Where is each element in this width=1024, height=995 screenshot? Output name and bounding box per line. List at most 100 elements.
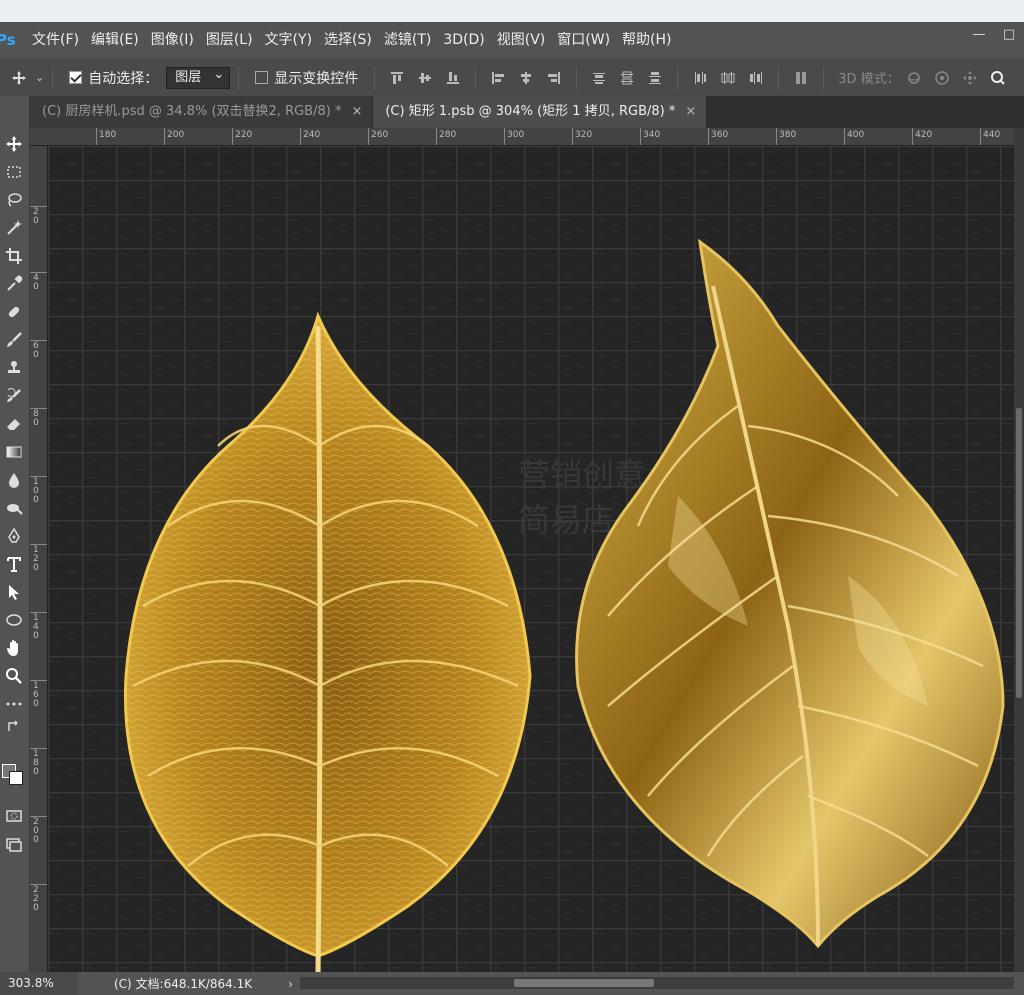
ruler-tick: 400 [844, 128, 864, 145]
divider [778, 66, 780, 89]
close-icon[interactable]: × [351, 104, 362, 119]
divider [475, 66, 477, 89]
ruler-tick: 340 [640, 128, 660, 145]
minimize-button[interactable]: — [964, 22, 994, 52]
menu-window[interactable]: 窗口(W) [551, 22, 616, 59]
menu-view[interactable]: 视图(V) [491, 22, 552, 59]
ruler-tick: 280 [436, 128, 456, 145]
horizontal-ruler: 180 200 220 240 260 280 300 320 340 360 … [30, 128, 1014, 146]
show-transform-checkbox[interactable] [255, 71, 269, 84]
auto-align-icon[interactable] [790, 67, 812, 89]
horizontal-scrollbar[interactable] [300, 977, 1014, 989]
svg-text:营销创意: 营销创意 [518, 456, 646, 494]
3d-drag-icon[interactable] [959, 67, 981, 89]
history-brush-tool-icon[interactable] [0, 382, 28, 410]
distribute-vcenter-icon[interactable] [616, 67, 638, 89]
swap-colors-icon[interactable] [0, 716, 28, 736]
distribute-right-icon[interactable] [745, 67, 767, 89]
show-transform-label: 显示变换控件 [274, 70, 359, 87]
menu-3d[interactable]: 3D(D) [437, 22, 490, 59]
zoom-level-field[interactable]: 303.8% [0, 972, 78, 995]
magic-wand-tool-icon[interactable] [0, 214, 28, 242]
ruler-tick: 6 0 [30, 340, 47, 360]
menu-type[interactable]: 文字(Y) [259, 22, 318, 59]
scrollbar-thumb[interactable] [1016, 408, 1022, 698]
gradient-tool-icon[interactable] [0, 438, 28, 466]
distribute-bottom-icon[interactable] [644, 67, 666, 89]
ruler-tick: 4 0 [30, 272, 47, 292]
3d-rotate-icon[interactable] [903, 67, 925, 89]
eyedropper-tool-icon[interactable] [0, 270, 28, 298]
distribute-hcenter-icon[interactable] [717, 67, 739, 89]
auto-select-checkbox[interactable] [69, 71, 83, 84]
leaf-artwork: 营销创意 简易店 [48, 146, 1014, 972]
menu-layer[interactable]: 图层(L) [200, 22, 259, 59]
quick-mask-icon[interactable] [0, 802, 28, 830]
tab-rectangle-1[interactable]: (C) 矩形 1.psb @ 304% (矩形 1 拷贝, RGB/8) * × [373, 96, 708, 128]
screen-mode-icon[interactable] [0, 830, 28, 858]
document-canvas[interactable]: 营销创意 简易店 [48, 146, 1014, 972]
ruler-tick: 320 [572, 128, 592, 145]
options-bar: ⌄ 自动选择： 图层 显示变换控件 3D 模式： [0, 59, 1024, 96]
align-top-icon[interactable] [386, 67, 408, 89]
align-hcenter-icon[interactable] [515, 67, 537, 89]
healing-brush-tool-icon[interactable] [0, 298, 28, 326]
divider [677, 66, 679, 89]
crop-tool-icon[interactable] [0, 242, 28, 270]
tab-kitchen-mockup[interactable]: (C) 厨房样机.psd @ 34.8% (双击替换2, RGB/8) * × [30, 96, 374, 128]
search-icon[interactable] [987, 67, 1009, 89]
status-bar: 303.8% (C) 文档:648.1K/864.1K › [0, 972, 1024, 995]
ruler-tick: 1 2 0 [30, 544, 47, 573]
distribute-left-icon[interactable] [689, 67, 711, 89]
ruler-tick: 360 [708, 128, 728, 145]
vertical-scrollbar[interactable] [1014, 128, 1024, 972]
scrollbar-thumb[interactable] [514, 979, 654, 987]
menu-help[interactable]: 帮助(H) [616, 22, 677, 59]
3d-roll-icon[interactable] [931, 67, 953, 89]
status-menu-arrow[interactable]: › [288, 977, 293, 991]
tab-label: (C) 矩形 1.psb @ 304% (矩形 1 拷贝, RGB/8) * [385, 104, 676, 119]
menu-bar: Ps 文件(F) 编辑(E) 图像(I) 图层(L) 文字(Y) 选择(S) 滤… [0, 22, 1024, 59]
menu-file[interactable]: 文件(F) [26, 22, 85, 59]
menu-image[interactable]: 图像(I) [145, 22, 200, 59]
ellipse-tool-icon[interactable] [0, 606, 28, 634]
hand-tool-icon[interactable] [0, 634, 28, 662]
document-tabs: (C) 厨房样机.psd @ 34.8% (双击替换2, RGB/8) * × (… [30, 96, 1024, 128]
dodge-tool-icon[interactable] [0, 494, 28, 522]
align-left-icon[interactable] [487, 67, 509, 89]
close-icon[interactable]: × [685, 104, 696, 119]
svg-text:简易店: 简易店 [518, 501, 614, 539]
menu-filter[interactable]: 滤镜(T) [378, 22, 437, 59]
maximize-button[interactable]: □ [994, 22, 1024, 52]
vertical-ruler: 2 0 4 0 6 0 8 0 1 0 0 1 2 0 1 4 0 1 6 0 … [30, 146, 48, 972]
ruler-tick: 380 [776, 128, 796, 145]
path-selection-tool-icon[interactable] [0, 578, 28, 606]
move-tool-icon[interactable] [0, 130, 28, 158]
auto-select-target-dropdown[interactable]: 图层 [166, 65, 231, 89]
menu-edit[interactable]: 编辑(E) [85, 22, 145, 59]
ruler-tick: 260 [368, 128, 388, 145]
eraser-tool-icon[interactable] [0, 410, 28, 438]
ruler-tick: 220 [232, 128, 252, 145]
tab-label: (C) 厨房样机.psd @ 34.8% (双击替换2, RGB/8) * [42, 104, 342, 119]
zoom-tool-icon[interactable] [0, 662, 28, 690]
chevron-down-icon[interactable]: ⌄ [35, 71, 44, 84]
move-tool-preset-icon[interactable] [8, 67, 30, 89]
align-vcenter-icon[interactable] [414, 67, 436, 89]
divider [576, 66, 578, 89]
more-tools-icon[interactable] [0, 690, 28, 718]
pen-tool-icon[interactable] [0, 522, 28, 550]
clone-stamp-tool-icon[interactable] [0, 354, 28, 382]
marquee-tool-icon[interactable] [0, 158, 28, 186]
divider [374, 66, 376, 89]
brush-tool-icon[interactable] [0, 326, 28, 354]
blur-tool-icon[interactable] [0, 466, 28, 494]
menu-select[interactable]: 选择(S) [318, 22, 378, 59]
background-color-swatch[interactable] [9, 771, 23, 785]
distribute-top-icon[interactable] [588, 67, 610, 89]
align-right-icon[interactable] [543, 67, 565, 89]
align-bottom-icon[interactable] [442, 67, 464, 89]
lasso-tool-icon[interactable] [0, 186, 28, 214]
ruler-tick: 2 0 [30, 206, 47, 226]
type-tool-icon[interactable] [0, 550, 28, 578]
